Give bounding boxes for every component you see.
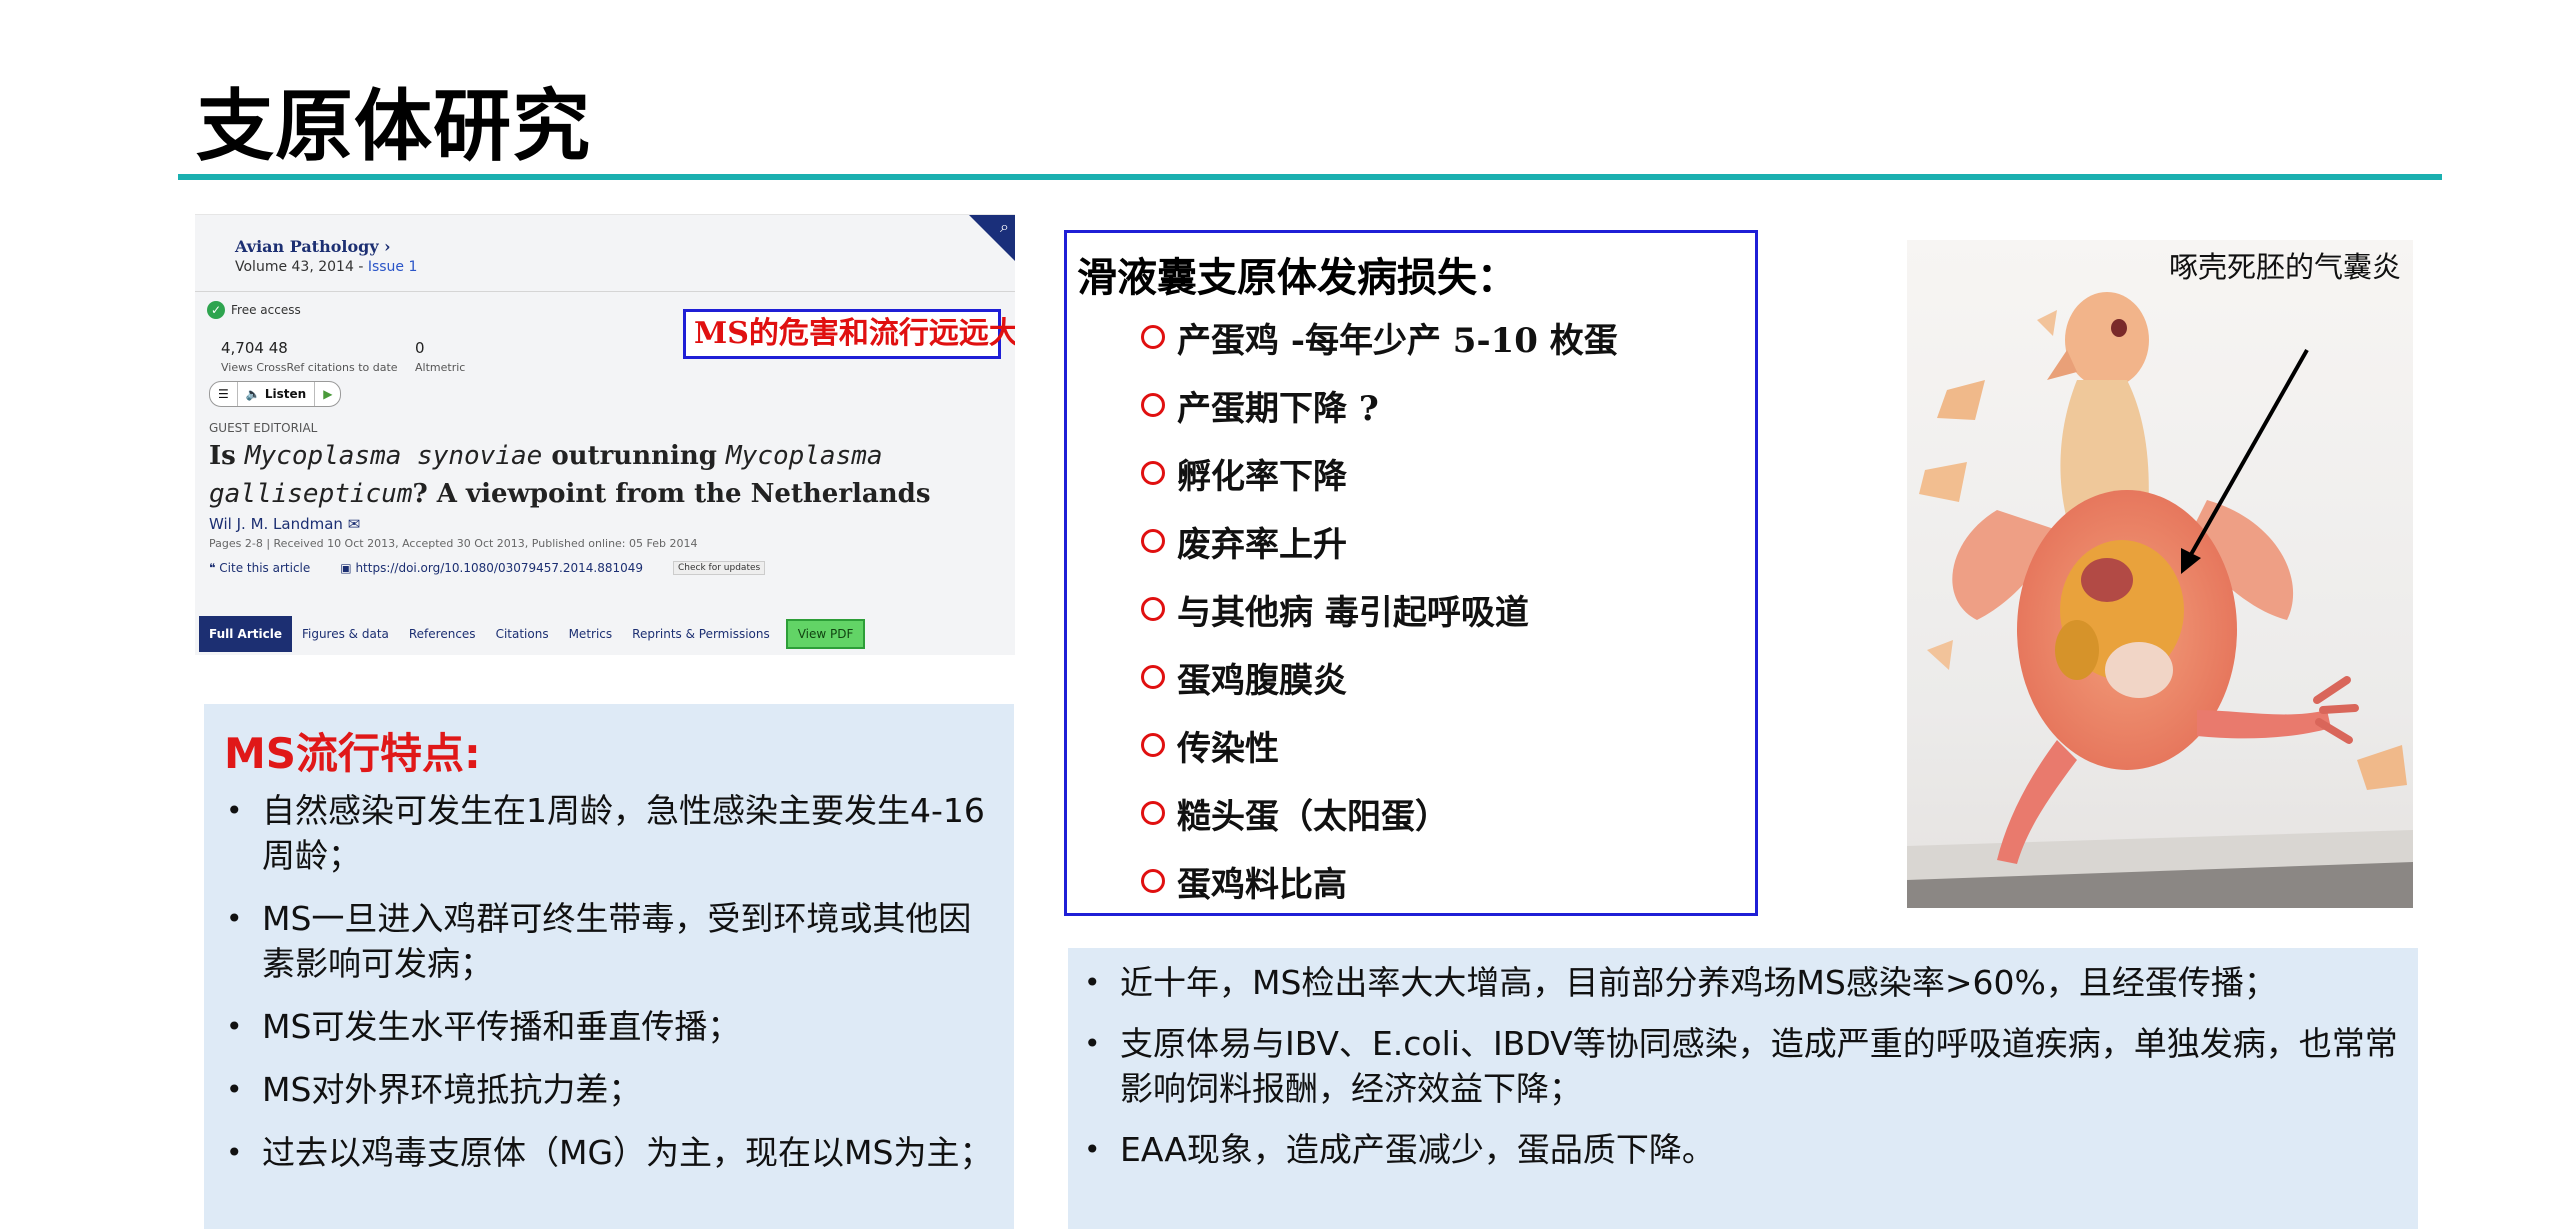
page-title: 支原体研究 (196, 82, 592, 172)
list-item: 废弃率上升 (1141, 507, 1618, 575)
check-updates-badge: Check for updates (673, 561, 766, 575)
listen-label: 🔈 Listen (238, 382, 316, 406)
ring-bullet-icon (1141, 461, 1165, 485)
headline-mid: outrunning (542, 441, 727, 471)
list-item: 糙头蛋（太阳蛋） (1141, 779, 1618, 847)
section-label: GUEST EDITORIAL (209, 421, 318, 435)
tab-citations: Citations (495, 627, 549, 641)
ring-bullet-icon (1141, 597, 1165, 621)
list-item: 蛋鸡腹膜炎 (1141, 643, 1618, 711)
article-pages-line: Pages 2-8 | Received 10 Oct 2013, Accept… (209, 537, 698, 550)
metrics-labels: Views CrossRef citations to date (221, 361, 398, 374)
losses-list: 产蛋鸡 -每年少产 5-10 枚蛋 产蛋期下降 ? 孵化率下降 废弃率上升 与其… (1141, 303, 1618, 915)
list-item: 产蛋鸡 -每年少产 5-10 枚蛋 (1141, 303, 1618, 371)
article-tabs: Full Article Figures & data References C… (195, 613, 1015, 655)
ring-bullet-icon (1141, 801, 1165, 825)
photo-caption: 啄壳死胚的气囊炎 (2168, 250, 2401, 284)
tab-references: References (408, 627, 476, 641)
altmetric-label: Altmetric (415, 361, 466, 374)
ms-features-heading: MS流行特点: (224, 729, 481, 778)
free-access: ✓ Free access (207, 301, 301, 319)
tab-full-article: Full Article (199, 616, 292, 652)
chick-embryo-photo: 啄壳死胚的气囊炎 (1907, 240, 2413, 908)
issue-link: Issue 1 (367, 259, 418, 275)
ring-bullet-icon (1141, 529, 1165, 553)
listen-control: ☰ 🔈 Listen ▶ (209, 381, 342, 407)
list-item: 传染性 (1141, 711, 1618, 779)
bottom-notes-list: 近十年，MS检出率大大增高，目前部分养鸡场MS感染率>60%，且经蛋传播； 支原… (1082, 960, 2402, 1188)
article-metrics: 4,704 48 Views CrossRef citations to dat… (221, 339, 398, 374)
list-item: 过去以鸡毒支原体（MG）为主，现在以MS为主； (224, 1130, 1004, 1175)
check-icon: ✓ (207, 301, 225, 319)
tab-figures: Figures & data (301, 627, 389, 641)
list-item: MS可发生水平传播和垂直传播； (224, 1004, 1004, 1049)
doc-icon: ▣ (340, 561, 352, 575)
ms-callout: MS的危害和流行远远大于MG (683, 309, 1015, 359)
ring-bullet-icon (1141, 869, 1165, 893)
cite-row: ❝ Cite this article ▣ https://doi.org/10… (209, 561, 766, 575)
list-item: EAA现象，造成产蛋减少，蛋品质下降。 (1082, 1127, 2402, 1172)
list-item: 与其他病 毒引起呼吸道 (1141, 575, 1618, 643)
ring-bullet-icon (1141, 325, 1165, 349)
journal-name: Avian Pathology › (235, 237, 391, 256)
mail-icon: ✉ (347, 515, 361, 533)
volume-prefix: Volume 43, 2014 - (235, 259, 368, 275)
view-pdf-button: View PDF (785, 619, 866, 649)
losses-box: 滑液囊支原体发病损失： 产蛋鸡 -每年少产 5-10 枚蛋 产蛋期下降 ? 孵化… (1064, 230, 1758, 916)
free-access-label: Free access (231, 303, 301, 317)
list-item: 产蛋期下降 ? (1141, 371, 1618, 439)
quote-icon: ❝ (209, 561, 216, 575)
list-item: 支原体易与IBV、E.coli、IBDV等协同感染，造成严重的呼吸道疾病，单独发… (1082, 1021, 2402, 1111)
list-item: 蛋鸡料比高 (1141, 847, 1618, 915)
article-headline: Is Mycoplasma synoviae outrunning Mycopl… (209, 437, 989, 513)
views-count: 4,704 48 (221, 339, 288, 357)
title-underline (178, 174, 2442, 180)
list-item: MS对外界环境抵抗力差； (224, 1067, 1004, 1112)
author-name: Wil J. M. Landman ✉ (209, 515, 361, 533)
tab-reprints: Reprints & Permissions (632, 627, 770, 641)
doi-link: ▣ https://doi.org/10.1080/03079457.2014.… (340, 561, 644, 575)
chick-embryo-illustration (1907, 292, 2413, 908)
list-item: MS一旦进入鸡群可终生带毒，受到环境或其他因素影响可发病； (224, 896, 1004, 986)
list-item: 孵化率下降 (1141, 439, 1618, 507)
article-screenshot: ⌕ Avian Pathology › Volume 43, 2014 - Is… (195, 214, 1015, 655)
bottom-notes-panel: 近十年，MS检出率大大增高，目前部分养鸡场MS感染率>60%，且经蛋传播； 支原… (1068, 948, 2418, 1229)
ring-bullet-icon (1141, 393, 1165, 417)
ms-features-panel: MS流行特点: 自然感染可发生在1周龄，急性感染主要发生4-16周龄； MS一旦… (204, 704, 1014, 1229)
ms-features-list: 自然感染可发生在1周龄，急性感染主要发生4-16周龄； MS一旦进入鸡群可终生带… (224, 788, 1004, 1193)
tab-metrics: Metrics (568, 627, 613, 641)
divider (195, 291, 1015, 292)
search-icon: ⌕ (1000, 217, 1009, 236)
ring-bullet-icon (1141, 733, 1165, 757)
headline-tail: ? A viewpoint from the Netherlands (412, 479, 931, 509)
play-icon: ▶ (323, 387, 333, 401)
altmetric-value: 0 (415, 339, 425, 357)
speaker-icon: 🔈 (245, 387, 261, 401)
list-item: 自然感染可发生在1周龄，急性感染主要发生4-16周龄； (224, 788, 1004, 878)
list-item: 近十年，MS检出率大大增高，目前部分养鸡场MS感染率>60%，且经蛋传播； (1082, 960, 2402, 1005)
menu-icon: ☰ (210, 382, 238, 406)
volume-line: Volume 43, 2014 - Issue 1 (235, 259, 417, 275)
headline-is: Is (209, 441, 245, 471)
headline-species-1: Mycoplasma synoviae (244, 441, 543, 471)
losses-title: 滑液囊支原体发病损失： (1077, 254, 1517, 301)
cite-link: ❝ Cite this article (209, 561, 311, 575)
ring-bullet-icon (1141, 665, 1165, 689)
